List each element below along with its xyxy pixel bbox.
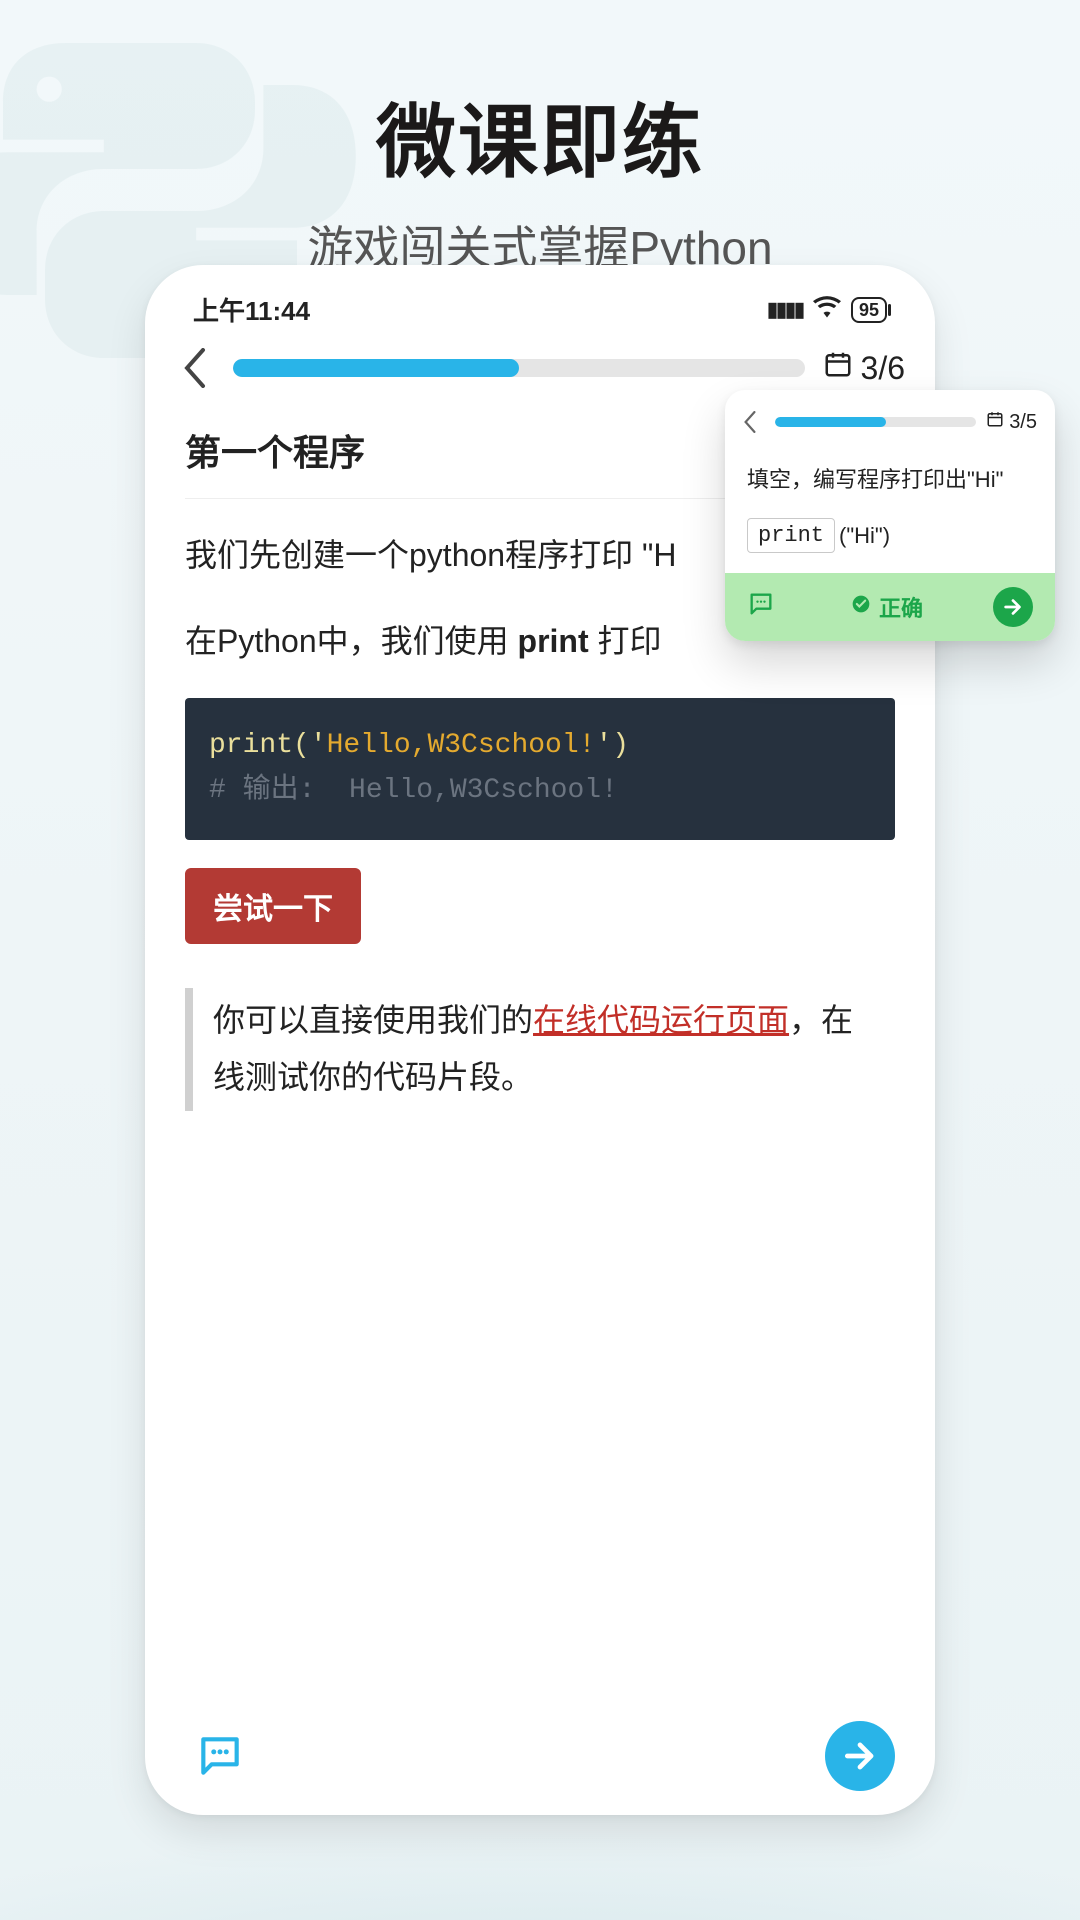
battery-indicator: 95 [851,297,887,323]
online-code-link[interactable]: 在线代码运行页面 [533,1002,789,1038]
body-suffix: 打印 [589,623,662,659]
hero-title: 微课即练 [0,78,1080,194]
back-button[interactable] [175,348,215,388]
lesson-progress-bar [233,359,805,377]
check-circle-icon [851,594,871,620]
try-it-button[interactable]: 尝试一下 [185,868,361,944]
code-close: ') [595,730,629,761]
next-button[interactable] [825,1721,895,1791]
quiz-after-blank: ("Hi") [839,523,890,549]
lesson-progress-fill [233,359,519,377]
body-bold-print: print [518,623,589,659]
code-open: (' [293,730,327,761]
quiz-counter-text: 3/5 [1009,411,1037,434]
quiz-page-counter: 3/5 [986,410,1037,434]
code-keyword: print [209,730,293,761]
code-string: Hello,W3Cschool! [327,730,596,761]
code-block: print('Hello,W3Cschool!') # 输出: Hello,W3… [185,698,895,840]
page-counter: 3/6 [823,349,905,387]
wifi-icon [813,294,841,325]
body-prefix: 在Python中，我们使用 [185,623,518,659]
quiz-prompt: 填空，编写程序打印出"Hi" [747,462,1033,494]
calendar-icon [823,349,853,387]
quiz-fill-row: print ("Hi") [747,518,1033,553]
tip-quote: 你可以直接使用我们的在线代码运行页面，在线测试你的代码片段。 [185,988,895,1111]
quote-prefix: 你可以直接使用我们的 [213,1002,533,1038]
quiz-progress-bar [775,417,976,427]
status-bar: 上午11:44 ▮▮▮▮ 95 [145,265,935,334]
quiz-blank-input[interactable]: print [747,518,835,553]
code-comment: # 输出: Hello,W3Cschool! [209,775,618,806]
signal-icon: ▮▮▮▮ [767,297,803,322]
page-counter-text: 3/6 [861,350,905,387]
status-time: 上午11:44 [193,291,310,328]
quiz-result-label: 正确 [879,591,923,623]
quiz-popup-phone: 3/5 填空，编写程序打印出"Hi" print ("Hi") 正确 [725,390,1055,641]
quiz-back-button[interactable] [743,411,765,433]
quiz-chat-button[interactable] [747,590,781,624]
calendar-icon [986,410,1004,434]
quiz-result-bar: 正确 [725,573,1055,641]
quiz-next-button[interactable] [993,587,1033,627]
chat-button[interactable] [185,1721,255,1791]
quiz-progress-fill [775,417,886,427]
